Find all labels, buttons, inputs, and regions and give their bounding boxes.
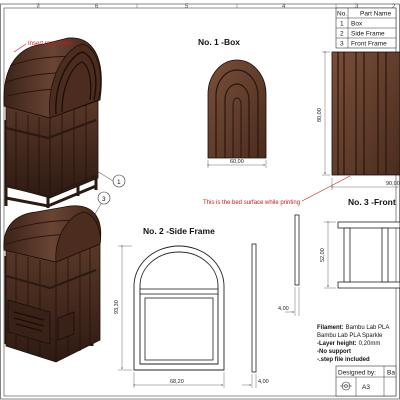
border-number: 6 (95, 4, 99, 10)
table-cell: Box (351, 21, 363, 28)
table-header: Part Name (360, 11, 391, 18)
table-cell: 1 (340, 21, 344, 28)
front-frame-height-dimension: 52,00 (320, 221, 336, 289)
designed-by-label: Designed by: (338, 370, 376, 377)
side-frame-view (133, 245, 225, 371)
side-frame-profile: 4,00 (242, 243, 269, 388)
razor-note: Insert razor here (28, 41, 73, 47)
spec-value: Bambu Lab PLA (346, 325, 390, 331)
drawing-sheet: 7 6 5 4 3 2 Insert razor here 1 3 No. 1 … (0, 3, 400, 400)
chest-render-open (3, 205, 102, 363)
spec-line: -.step file included (317, 357, 370, 363)
dim-label: 4,00 (278, 306, 289, 312)
chest-render-closed (3, 37, 102, 208)
border-number: 7 (36, 4, 40, 10)
dim-label: 60,00 (230, 159, 244, 165)
dim-label: 4,00 (258, 379, 269, 385)
border-number: 4 (282, 4, 286, 10)
box-height-dimension: 80,00 (317, 51, 330, 176)
table-cell: 3 (340, 41, 344, 48)
side-frame-title: No. 2 -Side Frame (143, 226, 215, 236)
side-frame-height-dimension: 93,30 (114, 245, 132, 371)
table-header: No. (337, 11, 347, 18)
sheet-size: A3 (362, 384, 370, 391)
dim-label: 90,00 (386, 181, 400, 187)
front-frame-title: No. 3 -Front (348, 197, 396, 207)
dim-label: 52,00 (320, 248, 326, 262)
title-block: Designed by: Ba A3 (335, 365, 397, 397)
front-frame-profile: 4,00 (278, 214, 300, 316)
callout-label: 3 (102, 196, 106, 203)
box-width-dimension: 60,00 (207, 159, 267, 168)
bed-surface-note: This is the bed surface while printing (203, 200, 300, 206)
box-view-title: No. 1 -Box (198, 37, 240, 47)
svg-text:-Layer height:0,20mm: -Layer height: 0,20mm (317, 341, 380, 347)
table-cell: Front Frame (351, 41, 387, 48)
box-side-view (331, 51, 400, 176)
box-front-view (207, 59, 267, 159)
spec-line: -No support (317, 349, 351, 355)
dim-label: 80,00 (317, 108, 323, 122)
parts-table: No. Part Name 1 Box 2 Side Frame 3 Front… (335, 7, 397, 49)
front-frame-view (337, 221, 400, 289)
dim-label: 68,20 (170, 379, 184, 385)
bed-leader (301, 175, 351, 202)
callout-3: 3 (89, 191, 111, 223)
designed-by-value: Ba (387, 370, 395, 377)
spec-line: Bambu Lab PLA Sparkle (317, 333, 383, 339)
print-specs: Filament: Bambu Lab PLA Bambu Lab PLA Spa… (317, 325, 389, 363)
svg-text:Filament:Bambu Lab PLA: Filament: Bambu Lab PLA (317, 325, 389, 331)
side-frame-width-dimension: 68,20 (133, 372, 225, 388)
spec-label: -Layer height: (317, 341, 357, 347)
spec-label: Filament: (317, 325, 344, 331)
table-cell: Side Frame (351, 31, 385, 38)
border-number: 5 (185, 4, 189, 10)
dim-label: 93,30 (114, 300, 120, 314)
spec-value: 0,20mm (359, 341, 381, 347)
callout-label: 1 (117, 179, 121, 186)
table-cell: 2 (340, 31, 344, 38)
